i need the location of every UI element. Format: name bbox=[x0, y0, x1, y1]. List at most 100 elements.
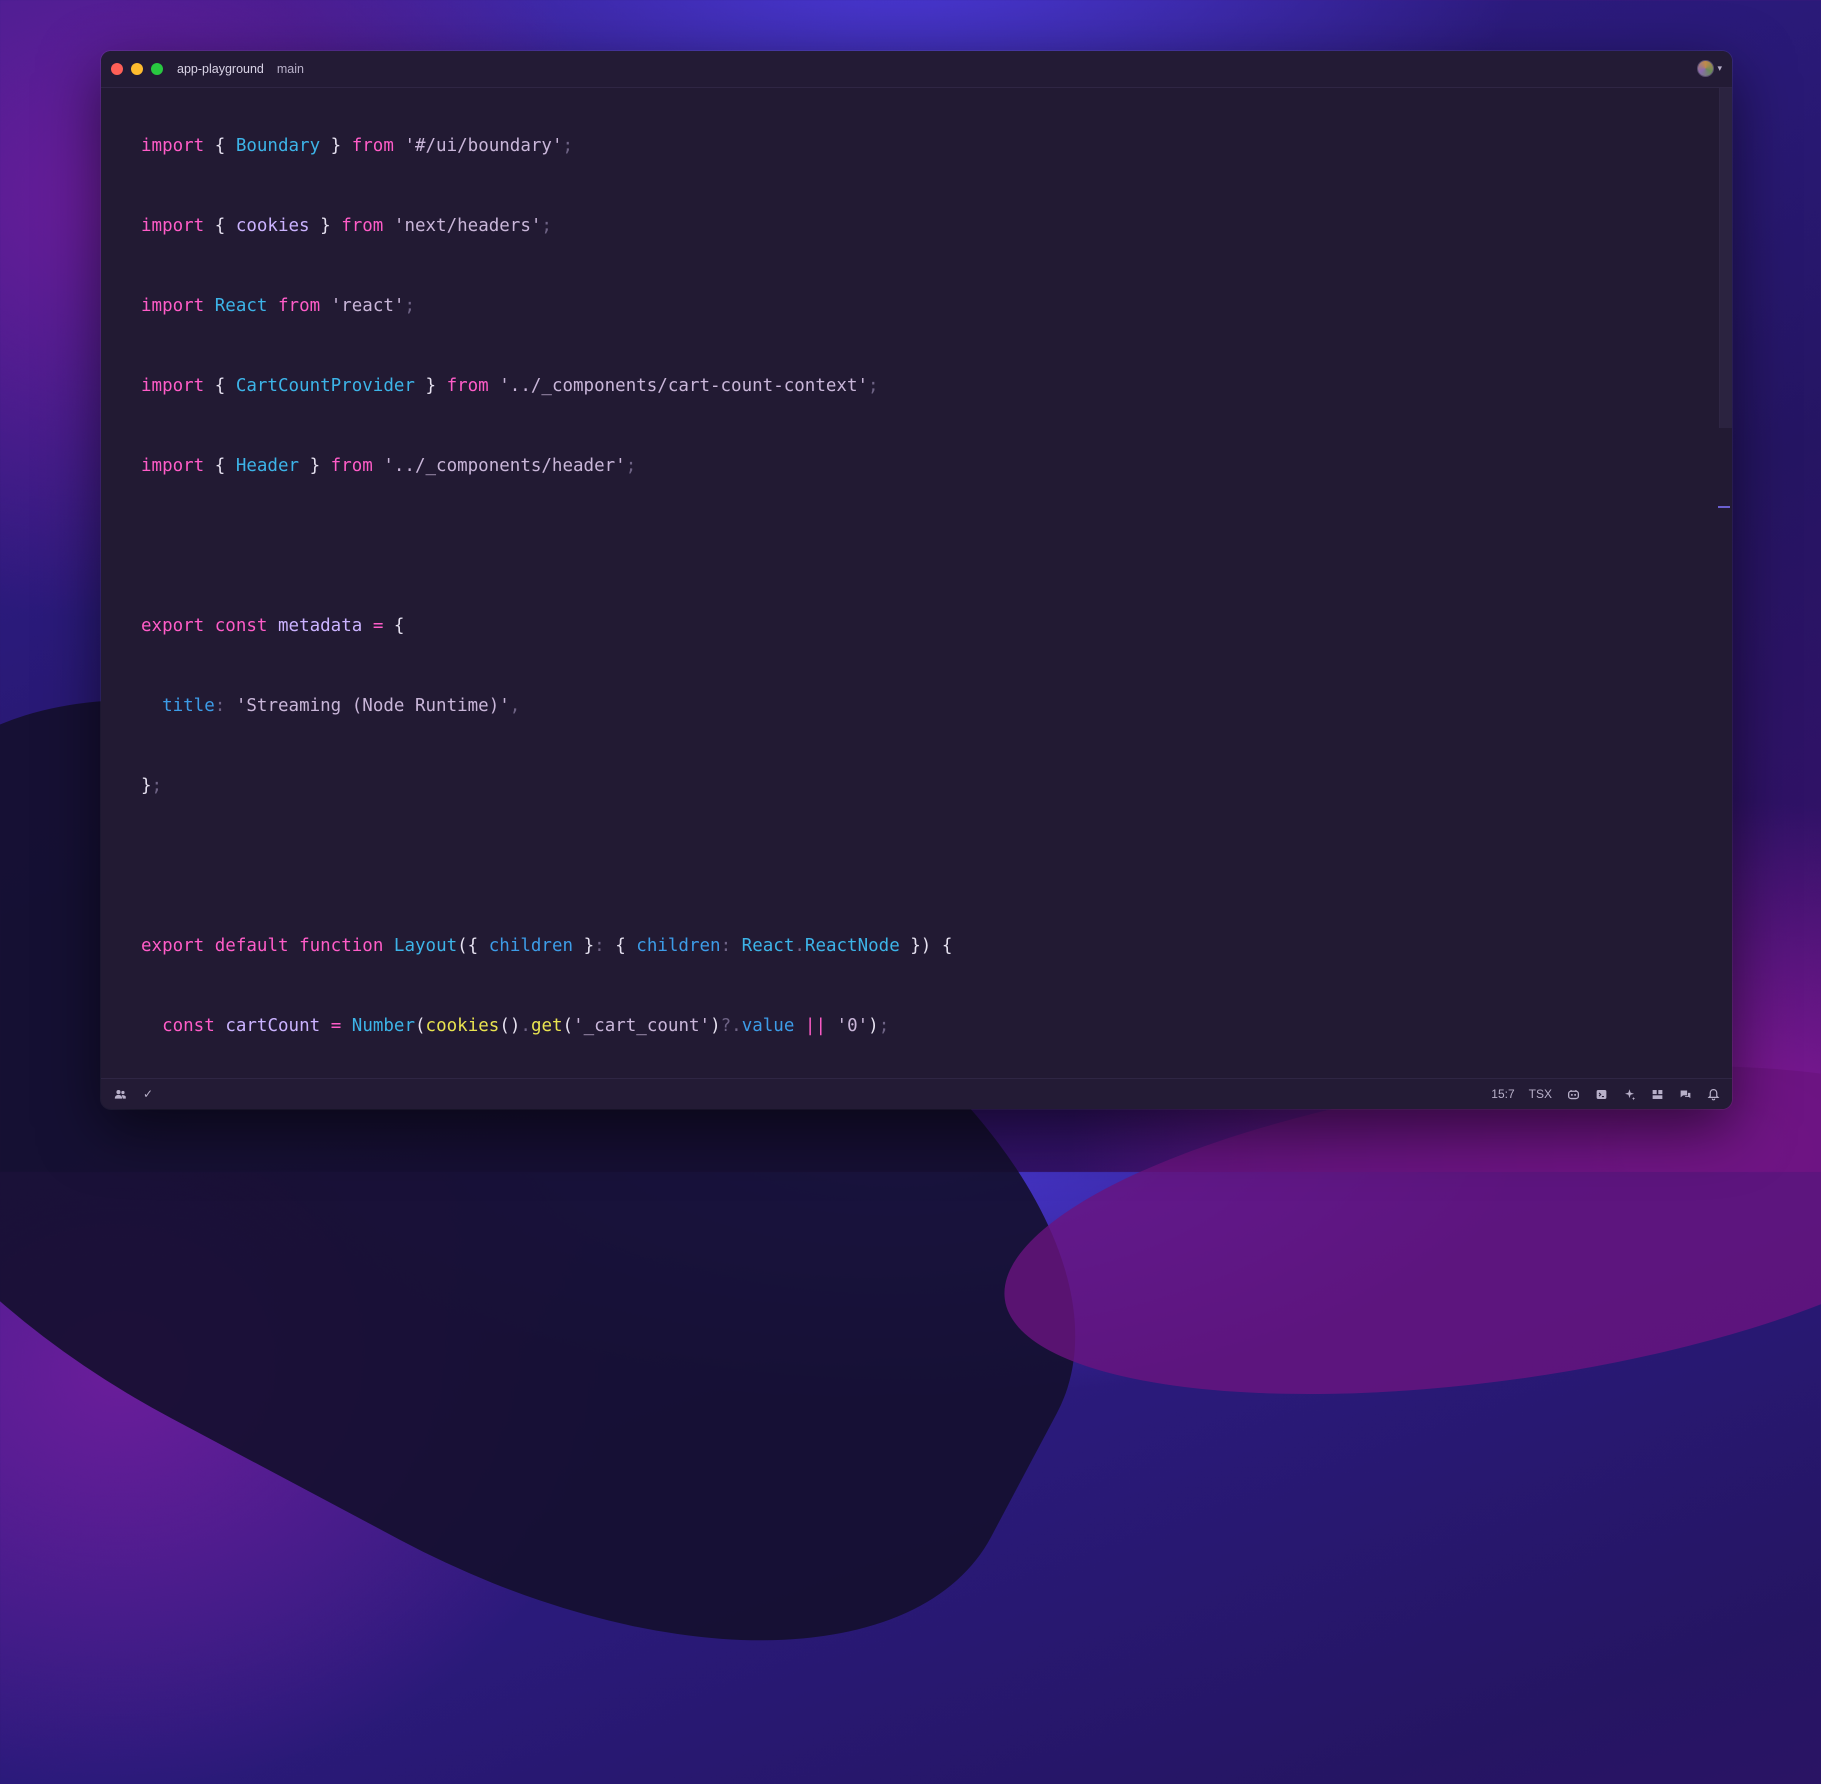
code-token: : bbox=[594, 936, 605, 956]
scrollbar[interactable] bbox=[1719, 88, 1732, 428]
code-token: value bbox=[741, 1016, 795, 1036]
code-token: } bbox=[299, 456, 331, 476]
code-line[interactable]: import { Boundary } from '#/ui/boundary'… bbox=[141, 106, 952, 186]
language-mode[interactable]: TSX bbox=[1529, 1087, 1552, 1101]
code-token: ({ bbox=[457, 936, 489, 956]
code-token: } bbox=[141, 776, 152, 796]
terminal-icon[interactable] bbox=[1594, 1087, 1608, 1101]
code-token: import bbox=[141, 296, 205, 316]
copilot-icon[interactable] bbox=[1566, 1087, 1580, 1101]
code-token: : bbox=[214, 696, 226, 716]
title-bar: app-playground main ▾ bbox=[101, 51, 1732, 88]
code-token: export bbox=[141, 936, 205, 956]
collaborators-icon[interactable] bbox=[113, 1087, 127, 1101]
avatar[interactable] bbox=[1697, 60, 1715, 77]
notifications-icon[interactable] bbox=[1706, 1087, 1720, 1101]
code-token: import bbox=[141, 456, 205, 476]
code-line[interactable]: import React from 'react'; bbox=[141, 266, 952, 346]
code-token: ; bbox=[868, 376, 879, 396]
code-token: { bbox=[204, 376, 236, 396]
code-token: const bbox=[162, 1016, 215, 1036]
code-token: '_cart_count' bbox=[573, 1016, 711, 1036]
code-token: ; bbox=[562, 136, 574, 156]
code-token: Header bbox=[235, 456, 300, 476]
code-token: title bbox=[162, 696, 215, 716]
code-token: || bbox=[804, 1016, 826, 1036]
code-token: ( bbox=[415, 1016, 426, 1036]
diagnostics-ok-icon[interactable]: ✓ bbox=[143, 1087, 153, 1101]
code-lines[interactable]: import { Boundary } from '#/ui/boundary'… bbox=[141, 106, 952, 1066]
code-token: Number bbox=[351, 1016, 415, 1036]
maximize-window-button[interactable] bbox=[151, 63, 163, 75]
code-token: ) bbox=[710, 1016, 721, 1036]
code-token: } bbox=[414, 376, 447, 396]
code-token: cookies bbox=[425, 1016, 500, 1036]
minimize-window-button[interactable] bbox=[131, 63, 143, 75]
code-editor[interactable]: import { Boundary } from '#/ui/boundary'… bbox=[101, 88, 1732, 1078]
code-line[interactable]: import { cookies } from 'next/headers'; bbox=[141, 186, 952, 266]
code-line[interactable]: import { CartCountProvider } from '../_c… bbox=[141, 346, 952, 426]
code-token: React bbox=[214, 296, 268, 316]
code-token: from bbox=[330, 456, 373, 476]
code-line[interactable] bbox=[141, 826, 952, 906]
chevron-down-icon: ▾ bbox=[1717, 63, 1722, 73]
code-token: { bbox=[383, 616, 405, 636]
code-token: = bbox=[372, 616, 384, 636]
code-token: 'next/headers' bbox=[393, 216, 542, 236]
code-token: React bbox=[741, 936, 795, 956]
status-bar: ✓ 15:7 TSX bbox=[101, 1078, 1732, 1109]
code-token: : bbox=[720, 936, 732, 956]
project-name[interactable]: app-playground bbox=[177, 62, 264, 76]
code-token: { bbox=[204, 216, 236, 236]
code-token: } bbox=[573, 936, 595, 956]
code-token: from bbox=[351, 136, 394, 156]
code-token: 'Streaming (Node Runtime)' bbox=[235, 696, 510, 716]
panels-icon[interactable] bbox=[1650, 1087, 1664, 1101]
code-line[interactable] bbox=[141, 506, 952, 586]
code-token: = bbox=[330, 1016, 342, 1036]
chat-icon[interactable] bbox=[1678, 1087, 1692, 1101]
code-line[interactable]: export default function Layout({ childre… bbox=[141, 906, 952, 986]
account-menu[interactable]: ▾ bbox=[1697, 60, 1722, 77]
code-line[interactable]: const cartCount = Number(cookies().get('… bbox=[141, 986, 952, 1066]
code-token: }) { bbox=[899, 936, 953, 956]
code-line[interactable]: export const metadata = { bbox=[141, 586, 952, 666]
code-token: , bbox=[509, 696, 521, 716]
code-line[interactable]: import { Header } from '../_components/h… bbox=[141, 426, 952, 506]
code-token: ; bbox=[404, 296, 416, 316]
code-token: default bbox=[214, 936, 289, 956]
close-window-button[interactable] bbox=[111, 63, 123, 75]
code-token: 'react' bbox=[330, 296, 405, 316]
code-token: ?. bbox=[720, 1016, 742, 1036]
cursor-position[interactable]: 15:7 bbox=[1491, 1087, 1514, 1101]
code-token: cookies bbox=[235, 216, 310, 236]
code-token: ; bbox=[625, 456, 637, 476]
code-token: from bbox=[446, 376, 489, 396]
code-line[interactable]: title: 'Streaming (Node Runtime)', bbox=[141, 666, 952, 746]
code-token: from bbox=[278, 296, 321, 316]
sparkle-icon[interactable] bbox=[1622, 1087, 1636, 1101]
code-token: ( bbox=[562, 1016, 574, 1036]
code-line[interactable]: }; bbox=[141, 746, 952, 826]
branch-name[interactable]: main bbox=[277, 62, 304, 76]
code-token: ; bbox=[151, 776, 163, 796]
editor-window: app-playground main ▾ import { Boundary … bbox=[101, 51, 1732, 1109]
code-token: export bbox=[141, 616, 205, 636]
code-token: } bbox=[309, 216, 342, 236]
code-token: from bbox=[341, 216, 384, 236]
